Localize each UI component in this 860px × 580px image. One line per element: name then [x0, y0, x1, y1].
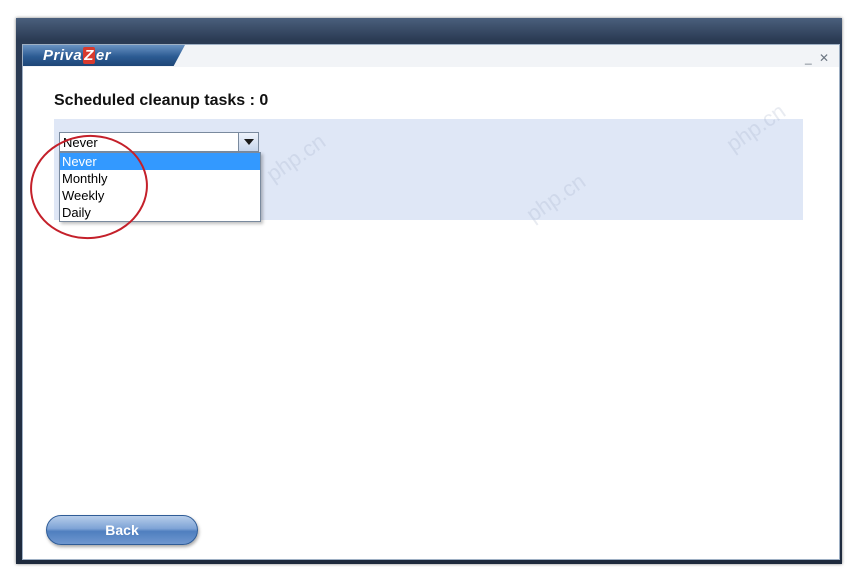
back-button[interactable]: Back	[46, 515, 198, 545]
window-controls[interactable]: _ ✕	[805, 51, 831, 65]
chevron-down-icon[interactable]	[238, 133, 258, 151]
app-logo: Priva Zer	[43, 47, 112, 64]
title-bar: Priva Zer _ ✕	[23, 45, 839, 67]
page-title: Scheduled cleanup tasks : 0	[54, 92, 269, 109]
privazer-window: Priva Zer _ ✕ Scheduled cleanup tasks : 0…	[22, 44, 840, 560]
